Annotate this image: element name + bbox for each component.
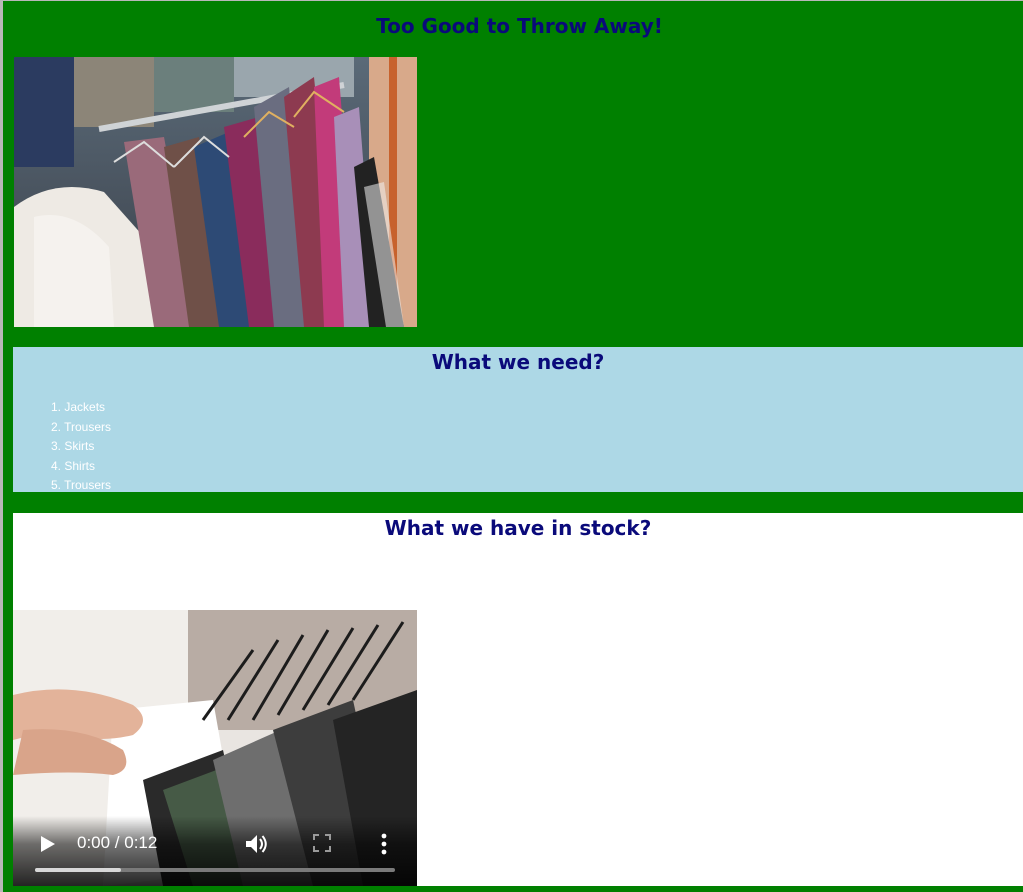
window-top-border — [0, 0, 1023, 1]
video-player[interactable]: 0:00 / 0:12 — [13, 610, 417, 886]
list-item: 1. Jackets — [51, 400, 106, 414]
bottom-green-strip — [13, 886, 1023, 892]
play-icon[interactable] — [40, 835, 56, 853]
list-item: 2. Trousers — [51, 419, 112, 434]
video-progress-bar[interactable] — [35, 868, 395, 872]
video-progress-fill — [35, 868, 122, 872]
clothes-rack-illustration — [14, 57, 417, 327]
list-item: 4. Shirts — [51, 458, 96, 473]
volume-icon[interactable] — [244, 832, 268, 856]
need-heading: What we need? — [431, 350, 605, 374]
page-title: Too Good to Throw Away! — [376, 14, 663, 38]
more-vertical-icon[interactable] — [379, 832, 389, 856]
page-background: Too Good to Throw Away! What we need? 1.… — [0, 0, 1023, 892]
need-section: What we need? 1. Jackets 2. Trousers 3. … — [13, 347, 1023, 492]
fullscreen-icon[interactable] — [312, 833, 332, 853]
stock-heading: What we have in stock? — [384, 516, 652, 540]
list-item: 5. Trousers — [51, 478, 112, 492]
video-time: 0:00 / 0:12 — [77, 833, 158, 852]
clothes-rack-image — [14, 57, 417, 327]
need-list: 1. Jackets 2. Trousers 3. Skirts 4. Shir… — [51, 398, 111, 496]
window-left-border — [0, 0, 3, 892]
list-item: 3. Skirts — [51, 439, 95, 453]
video-controls: 0:00 / 0:12 — [13, 816, 417, 886]
stock-section: What we have in stock? 0:00 / 0:12 — [13, 513, 1023, 886]
